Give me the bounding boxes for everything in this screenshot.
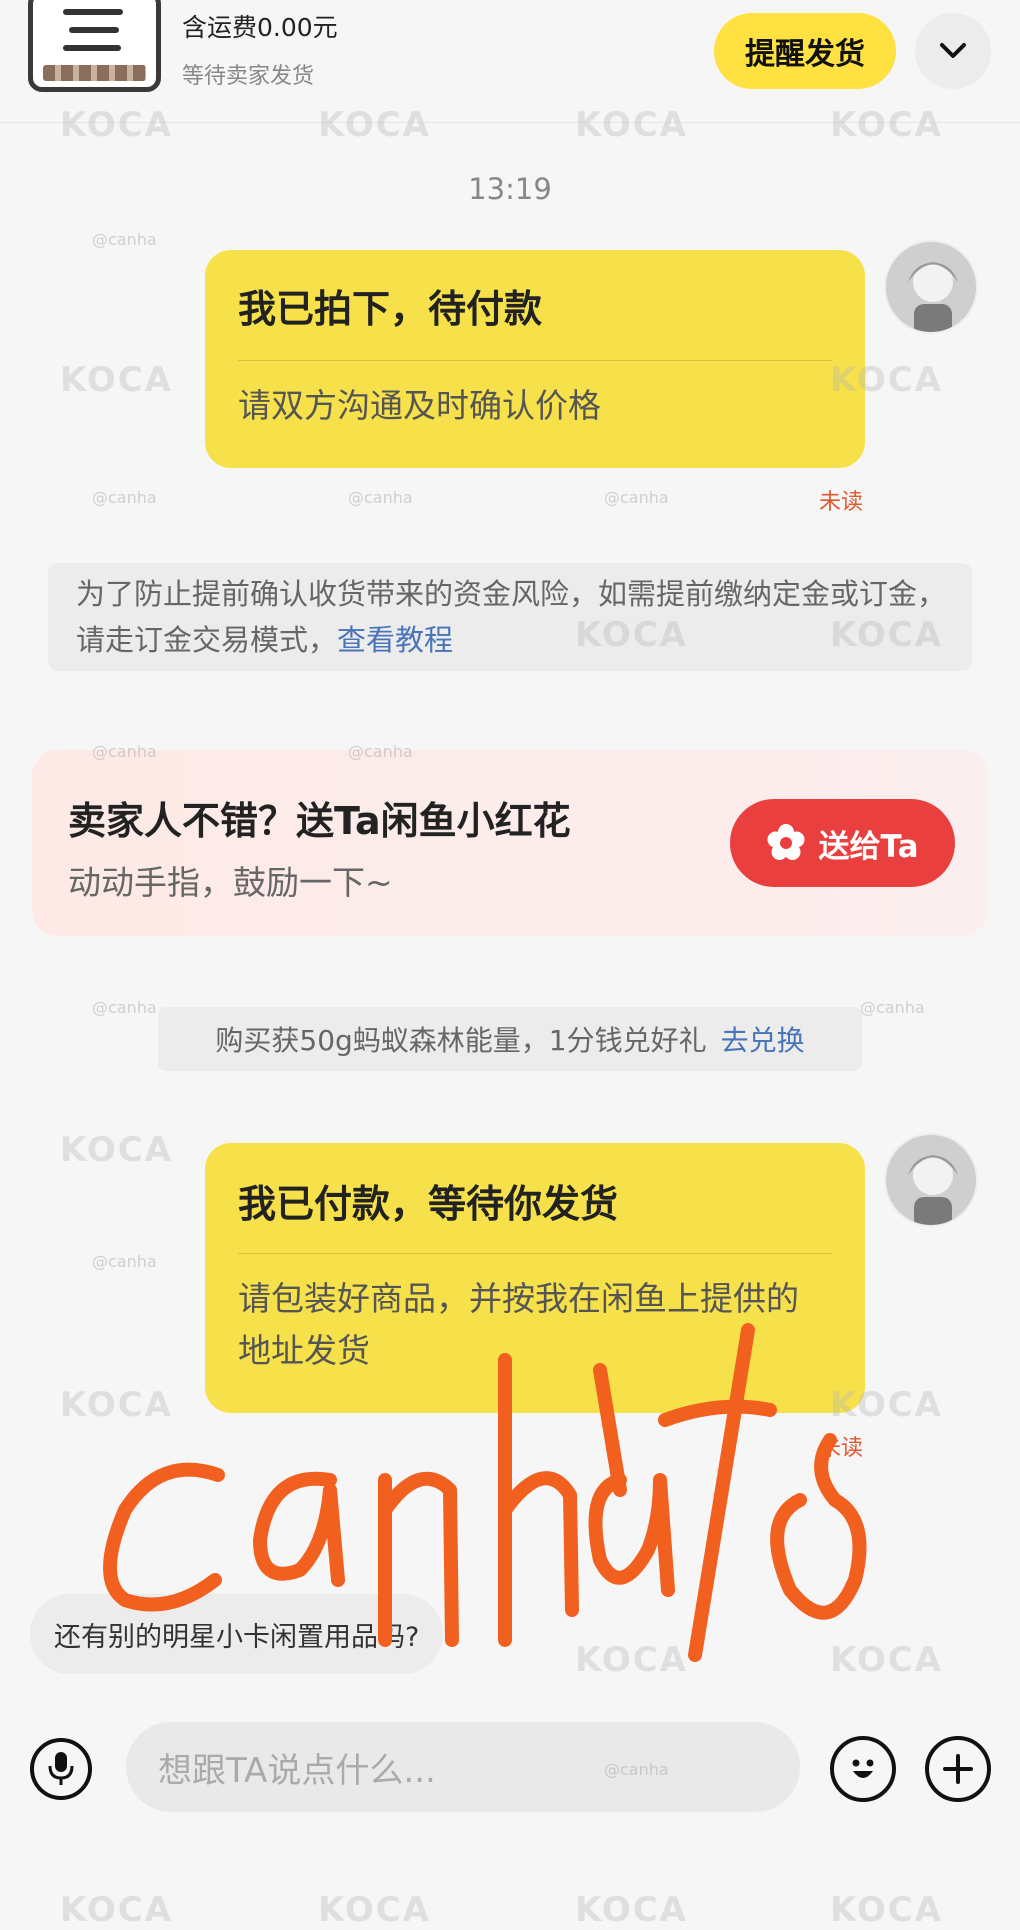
notice-text: 为了防止提前确认收货带来的资金风险，如需提前缴纳定金或订金，请走订金交易模式， bbox=[76, 577, 947, 657]
remind-ship-button[interactable]: 提醒发货 bbox=[714, 13, 896, 89]
thumbnail-detail bbox=[69, 27, 119, 33]
watermark-handle: @canha bbox=[604, 488, 669, 507]
watermark-logo: KOCA bbox=[60, 1385, 173, 1425]
send-flower-button[interactable]: 送给Ta bbox=[730, 799, 955, 887]
watermark-logo: KOCA bbox=[60, 360, 173, 400]
product-thumbnail[interactable] bbox=[28, 0, 161, 92]
message-input[interactable]: 想跟TA说点什么... bbox=[126, 1722, 800, 1812]
order-message-card[interactable]: 我已付款，等待你发货 请包装好商品，并按我在闲鱼上提供的地址发货 bbox=[205, 1143, 865, 1413]
watermark-logo: KOCA bbox=[575, 1890, 688, 1930]
message-title: 我已拍下，待付款 bbox=[238, 287, 543, 331]
tutorial-link[interactable]: 查看教程 bbox=[337, 623, 453, 657]
flower-subtitle: 动动手指，鼓励一下~ bbox=[68, 863, 393, 902]
expand-button[interactable] bbox=[915, 13, 991, 89]
watermark-logo: KOCA bbox=[60, 1890, 173, 1930]
read-status: 未读 bbox=[819, 1436, 864, 1461]
message-title: 我已付款，等待你发货 bbox=[238, 1182, 619, 1226]
shipping-fee: 含运费0.00元 bbox=[182, 13, 338, 42]
avatar-image bbox=[886, 242, 976, 332]
thumbnail-photo-strip bbox=[43, 65, 146, 81]
card-divider bbox=[238, 1253, 832, 1254]
thumbnail-detail bbox=[63, 45, 121, 51]
order-status: 等待卖家发货 bbox=[182, 64, 315, 89]
avatar-image bbox=[886, 1135, 976, 1225]
emoji-button[interactable] bbox=[830, 1736, 896, 1802]
avatar[interactable] bbox=[884, 1133, 978, 1227]
message-body: 请双方沟通及时确认价格 bbox=[238, 386, 601, 425]
send-flower-label: 送给Ta bbox=[818, 828, 919, 865]
plus-icon bbox=[943, 1754, 973, 1784]
more-button[interactable] bbox=[925, 1736, 991, 1802]
watermark-logo: KOCA bbox=[830, 1890, 943, 1930]
microphone-icon bbox=[48, 1752, 74, 1785]
message-body: 请包装好商品，并按我在闲鱼上提供的地址发货 bbox=[238, 1279, 799, 1370]
smiley-icon bbox=[852, 1759, 874, 1778]
watermark-handle: @canha bbox=[92, 998, 157, 1017]
deposit-notice: 为了防止提前确认收货带来的资金风险，如需提前缴纳定金或订金，请走订金交易模式，查… bbox=[48, 563, 972, 671]
chevron-down-icon bbox=[940, 43, 966, 58]
thumbnail-detail bbox=[63, 9, 123, 15]
watermark-handle: @canha bbox=[92, 230, 157, 249]
order-message-card[interactable]: 我已拍下，待付款 请双方沟通及时确认价格 bbox=[205, 250, 865, 468]
flower-icon bbox=[767, 824, 805, 860]
watermark-handle: @canha bbox=[92, 1252, 157, 1271]
read-status: 未读 bbox=[819, 490, 864, 515]
watermark-logo: KOCA bbox=[575, 1640, 688, 1680]
redeem-link[interactable]: 去兑换 bbox=[721, 1019, 805, 1059]
watermark-handle: @canha bbox=[92, 488, 157, 507]
flower-title: 卖家人不错？送Ta闲鱼小红花 bbox=[68, 799, 571, 843]
chat-timestamp: 13:19 bbox=[468, 172, 552, 206]
incoming-message-bubble[interactable]: 还有别的明星小卡闲置用品吗? bbox=[30, 1594, 444, 1674]
avatar[interactable] bbox=[884, 240, 978, 334]
watermark-logo: KOCA bbox=[60, 1130, 173, 1170]
card-divider bbox=[238, 360, 832, 361]
voice-button[interactable] bbox=[30, 1738, 92, 1800]
energy-promo: 购买获50g蚂蚁森林能量，1分钱兑好礼 去兑换 bbox=[158, 1007, 862, 1071]
watermark-handle: @canha bbox=[860, 998, 925, 1017]
energy-text: 购买获50g蚂蚁森林能量，1分钱兑好礼 bbox=[215, 1024, 707, 1057]
watermark-logo: KOCA bbox=[318, 1890, 431, 1930]
watermark-logo: KOCA bbox=[830, 1640, 943, 1680]
watermark-handle: @canha bbox=[348, 488, 413, 507]
